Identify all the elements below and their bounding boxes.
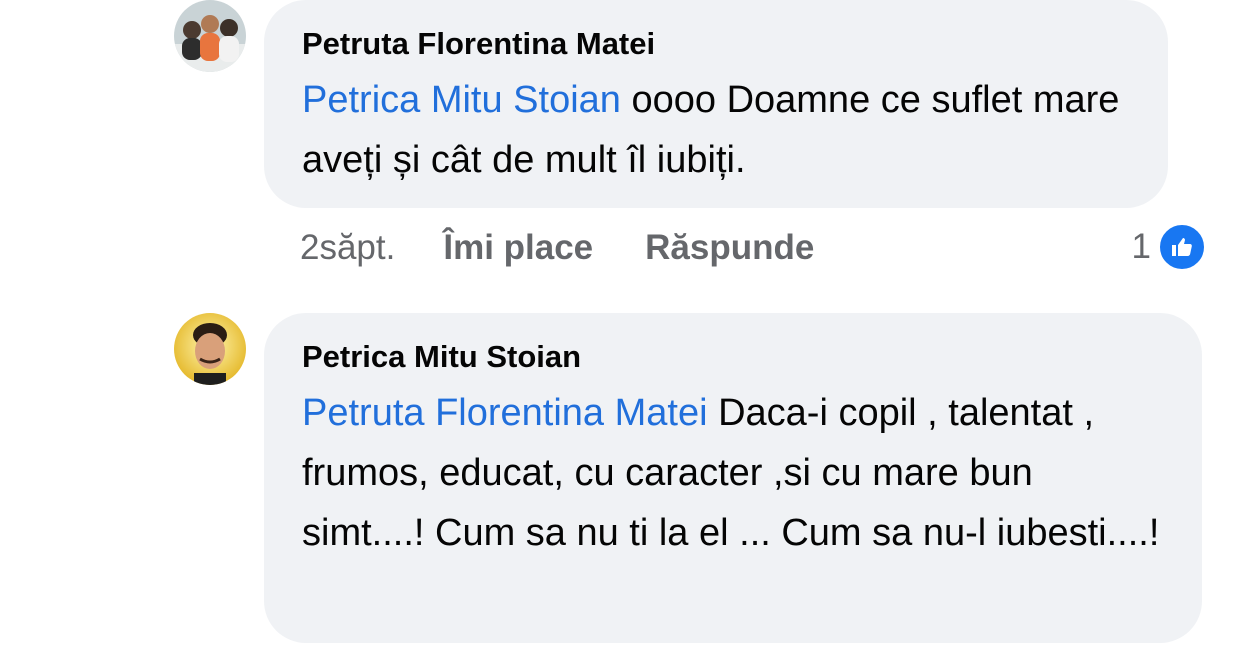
- comment-bubble: Petruta Florentina Matei Petrica Mitu St…: [264, 0, 1168, 208]
- mention-link[interactable]: Petruta Florentina Matei: [302, 392, 708, 434]
- reaction-count: 1: [1131, 227, 1151, 266]
- reply-button[interactable]: Răspunde: [645, 226, 814, 270]
- comment-actions: 2săpt. Îmi place Răspunde: [300, 226, 866, 270]
- comment-author[interactable]: Petrica Mitu Stoian: [302, 337, 1162, 377]
- avatar-photo-icon: [174, 0, 246, 72]
- avatar[interactable]: [174, 313, 246, 385]
- comment-author[interactable]: Petruta Florentina Matei: [302, 24, 1128, 64]
- mention-link[interactable]: Petrica Mitu Stoian: [302, 79, 621, 121]
- comment-text: Petruta Florentina Matei Daca-i copil , …: [302, 383, 1162, 563]
- reactions-summary[interactable]: 1: [1132, 222, 1207, 272]
- like-button[interactable]: Îmi place: [443, 226, 593, 270]
- avatar-photo-icon: [174, 313, 246, 385]
- avatar[interactable]: [174, 0, 246, 72]
- comment-text: Petrica Mitu Stoian oooo Doamne ce sufle…: [302, 70, 1128, 190]
- like-icon: [1157, 222, 1207, 272]
- comment-timestamp[interactable]: 2săpt.: [300, 226, 395, 270]
- comment-bubble: Petrica Mitu Stoian Petruta Florentina M…: [264, 313, 1202, 643]
